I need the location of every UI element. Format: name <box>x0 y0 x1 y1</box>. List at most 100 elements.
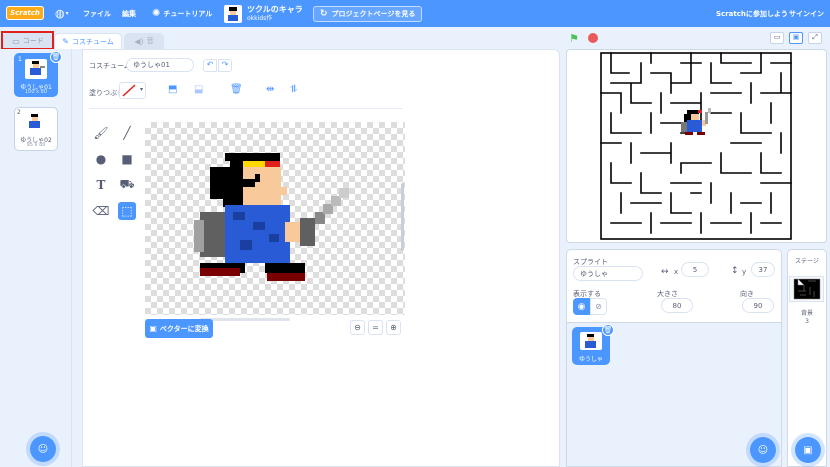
stage-thumbnail[interactable] <box>789 276 824 302</box>
convert-to-vector-button[interactable]: ▣ ベクターに変換 <box>145 319 213 338</box>
backdrops-label: 背景 <box>800 310 813 317</box>
lightbulb-icon: ✺ <box>152 8 161 19</box>
zoom-reset-button[interactable]: = <box>368 320 383 335</box>
code-tab-highlight <box>1 31 54 50</box>
costume-thumbnail <box>25 59 47 79</box>
x-label: x <box>674 268 679 276</box>
eye-icon: ◉ <box>577 301 586 312</box>
refresh-icon: ↻ <box>320 8 328 19</box>
trash-icon[interactable]: 🗑 <box>230 84 243 95</box>
signin-link[interactable]: サインイン <box>789 0 824 27</box>
flip-horizontal-icon[interactable]: ⇹ <box>266 84 274 95</box>
forward-layer-icon[interactable]: ⬒ <box>168 84 177 95</box>
choose-sprite-button[interactable]: ☺ <box>750 437 776 463</box>
project-page-label: プロジェクトページを見る <box>331 9 416 18</box>
eye-slash-icon: ⊘ <box>595 302 602 311</box>
zoom-out-button[interactable]: ⊖ <box>350 320 365 335</box>
line-tool-icon[interactable]: ╱ <box>118 124 136 142</box>
backward-layer-icon[interactable]: ⬓ <box>194 84 203 95</box>
y-arrows-icon: ↕ <box>731 266 739 276</box>
size-input[interactable]: 80 <box>661 298 693 313</box>
hide-sprite-button[interactable]: ⊘ <box>590 298 607 315</box>
zoom-in-button[interactable]: ⊕ <box>386 320 401 335</box>
stage-title: ステージ <box>795 258 819 265</box>
backdrops-count: 3 <box>805 318 809 325</box>
costume-list: 1 ゆうしゃ01 100 x 80 🗑 2 ゆうしゃ02 95 x 80 ☺ <box>0 49 72 467</box>
paint-canvas[interactable] <box>145 122 405 315</box>
y-label: y <box>742 268 747 276</box>
show-sprite-button[interactable]: ◉ <box>573 298 590 315</box>
chevron-down-icon: ▾ <box>139 86 143 93</box>
no-fill-icon <box>122 84 136 97</box>
select-tool-icon[interactable]: ⬚ <box>118 202 136 220</box>
maze-image <box>600 52 792 240</box>
delete-costume-button[interactable]: 🗑 <box>50 51 62 63</box>
costume-size: 100 x 80 <box>24 89 48 95</box>
small-stage-icon[interactable]: ▭ <box>770 32 784 44</box>
stage[interactable] <box>566 49 827 243</box>
file-menu[interactable]: ファイル <box>83 0 111 27</box>
costume-number: 1 <box>18 56 22 63</box>
flip-vertical-icon[interactable]: ⥮ <box>290 84 297 95</box>
rectangle-tool-icon[interactable]: ■ <box>118 150 136 168</box>
project-page-button[interactable]: ↻ プロジェクトページを見る <box>313 0 423 27</box>
convert-label: ベクターに変換 <box>159 324 209 333</box>
globe-icon: ◍ <box>55 7 65 20</box>
tab-sound[interactable]: ◀) 音 <box>124 33 164 49</box>
fill-color-picker[interactable]: ▾ <box>119 82 146 99</box>
canvas-scrollbar-horizontal[interactable] <box>200 318 290 321</box>
green-flag-icon[interactable]: ⚑ <box>569 32 579 45</box>
project-author: okkids作 <box>247 14 273 22</box>
redo-icon[interactable]: ↷ <box>218 59 232 72</box>
canvas-scrollbar[interactable] <box>401 183 404 251</box>
y-input[interactable]: 37 <box>751 262 775 277</box>
stop-icon[interactable] <box>588 33 598 43</box>
join-link[interactable]: Scratchに参加しよう <box>716 0 788 27</box>
image-icon: ▣ <box>149 324 157 333</box>
menu-bar: Scratch ◍ ▾ ファイル 編集 ✺ チュートリアル ツクルのキャラ ok… <box>0 0 830 27</box>
sprite-item-hero[interactable]: ゆうしゃ 🗑 <box>572 324 614 365</box>
undo-icon[interactable]: ↶ <box>203 59 217 72</box>
zoom-in-icon: ⊕ <box>390 323 397 332</box>
choose-backdrop-button[interactable]: ▣ <box>795 437 821 463</box>
zoom-reset-label: = <box>372 323 379 332</box>
costume-number: 2 <box>17 109 21 116</box>
edit-menu[interactable]: 編集 <box>122 0 136 27</box>
trash-icon: 🗑 <box>51 53 61 61</box>
circle-tool-icon[interactable]: ● <box>92 150 110 168</box>
costume-thumbnail <box>24 112 46 132</box>
costume-size: 95 x 80 <box>26 142 46 148</box>
maze-thumbnail-image <box>793 278 821 300</box>
language-menu[interactable]: ◍ ▾ <box>55 0 69 27</box>
brush-icon: ✎ <box>62 37 69 46</box>
project-title[interactable]: ツクルのキャラ <box>247 5 303 14</box>
eraser-tool-icon[interactable]: ⌫ <box>92 202 110 220</box>
costume-item-1[interactable]: 1 ゆうしゃ01 100 x 80 🗑 <box>14 51 62 97</box>
direction-input[interactable]: 90 <box>742 298 774 313</box>
tab-costume[interactable]: ✎ コスチューム <box>54 33 122 49</box>
tutorial-label: チュートリアル <box>163 9 213 18</box>
project-info: ツクルのキャラ okkids作 <box>224 0 303 27</box>
brush-tool-icon[interactable]: 🖌 <box>92 124 110 142</box>
zoom-out-icon: ⊖ <box>354 323 361 332</box>
text-tool-icon[interactable]: T <box>92 176 110 194</box>
costume-name-input[interactable]: ゆうしゃ01 <box>126 58 194 72</box>
cat-icon: ☺ <box>37 443 49 455</box>
tutorial-menu[interactable]: ✺ チュートリアル <box>152 0 212 27</box>
tab-sound-label: 音 <box>146 37 154 45</box>
sprite-name: ゆうしゃ <box>578 356 603 363</box>
large-stage-icon[interactable]: ▣ <box>789 32 803 44</box>
hero-sprite-image <box>194 153 349 281</box>
choose-costume-button[interactable]: ☺ <box>30 436 56 462</box>
sprite-name-input[interactable]: ゆうしゃ <box>573 266 643 281</box>
fill-tool-icon[interactable]: ⛟ <box>118 176 136 194</box>
image-icon: ▣ <box>803 444 813 456</box>
x-input[interactable]: 5 <box>681 262 709 277</box>
cat-icon: ☺ <box>757 444 769 456</box>
delete-sprite-button[interactable]: 🗑 <box>602 324 614 336</box>
costume-item-2[interactable]: 2 ゆうしゃ02 95 x 80 <box>14 107 58 151</box>
chevron-down-icon: ▾ <box>65 10 69 17</box>
fullscreen-icon[interactable]: ⤢ <box>808 32 822 44</box>
scratch-logo[interactable]: Scratch <box>6 6 44 20</box>
x-arrows-icon: ↔ <box>661 267 669 277</box>
